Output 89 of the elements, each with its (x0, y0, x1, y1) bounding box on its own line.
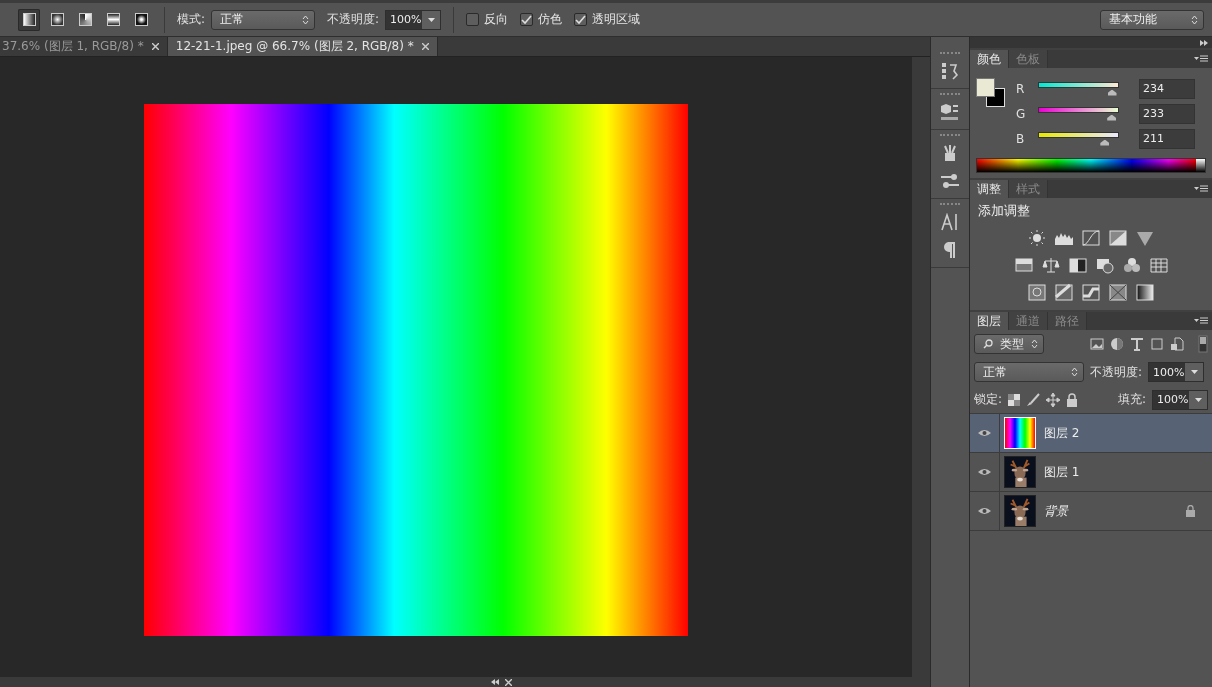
lock-icon[interactable] (1066, 392, 1079, 407)
caret-icon (302, 14, 310, 25)
slider-thumb[interactable] (1107, 114, 1117, 121)
layer-name[interactable]: 背景 (1044, 502, 1185, 520)
hue-saturation-icon[interactable] (1013, 255, 1034, 274)
brush-settings-icon[interactable] (940, 172, 960, 190)
caret-icon (1071, 367, 1078, 377)
expand-icon[interactable] (1200, 39, 1208, 46)
history-icon[interactable] (940, 62, 960, 80)
linear-gradient-icon (22, 13, 36, 26)
shape-filter-icon[interactable] (1150, 337, 1164, 351)
color-spectrum[interactable] (976, 158, 1206, 173)
document-tab[interactable]: 12-21-1.jpeg @ 66.7% (图层 2, RGB/8) * (167, 37, 438, 56)
checkbox-label: 反向 (484, 11, 509, 28)
close-icon[interactable] (421, 43, 429, 50)
radial-gradient-icon (50, 13, 64, 26)
checkbox[interactable] (574, 13, 588, 26)
panel-tab[interactable]: 图层 (970, 312, 1009, 330)
document-tab[interactable]: 37.6% (图层 1, RGB/8) * (0, 37, 168, 56)
filter-toggle-icon[interactable] (1198, 335, 1208, 353)
panel-heading: 添加调整 (977, 202, 1031, 220)
slider-thumb[interactable] (1100, 139, 1110, 146)
panel-tab[interactable]: 颜色 (970, 50, 1009, 68)
selective-color-icon[interactable] (1108, 282, 1128, 301)
lock-transparency-icon[interactable] (1008, 393, 1021, 406)
channel-value-field[interactable]: 211 (1139, 128, 1195, 149)
panel-menu-icon[interactable] (1194, 317, 1208, 325)
channel-label: B (1016, 131, 1026, 146)
close-icon[interactable] (505, 678, 512, 686)
character-icon[interactable] (940, 213, 960, 231)
paragraph-icon[interactable] (943, 241, 957, 259)
caret-icon (1031, 339, 1038, 349)
collapse-icon[interactable] (491, 679, 499, 685)
fill-label: 填充: (1117, 391, 1146, 408)
opacity-label: 不透明度: (327, 11, 380, 28)
smart-object-filter-icon[interactable] (1170, 337, 1184, 351)
lock-label: 锁定: (974, 391, 1003, 408)
layer-row[interactable]: 图层 1 (970, 453, 1212, 492)
eye-icon[interactable] (978, 507, 991, 515)
move-icon[interactable] (1046, 392, 1061, 407)
layer-name[interactable]: 图层 2 (1044, 424, 1212, 442)
angle-gradient-icon (78, 13, 92, 26)
layer-name[interactable]: 图层 1 (1044, 463, 1212, 481)
eye-icon[interactable] (978, 429, 991, 437)
close-icon[interactable] (151, 43, 159, 50)
channel-mixer-icon[interactable] (1121, 255, 1142, 274)
checkbox-label: 仿色 (538, 11, 563, 28)
checkbox[interactable] (466, 13, 480, 26)
threshold-icon[interactable] (1081, 282, 1101, 301)
curves-icon[interactable] (1081, 228, 1101, 247)
workspace-dropdown[interactable]: 基本功能 (1100, 9, 1204, 30)
brush-icon[interactable] (1026, 392, 1041, 407)
channel-label: R (1016, 81, 1026, 96)
layer-thumbnail (1005, 418, 1035, 448)
reflected-gradient-icon (106, 13, 120, 26)
channel-value-field[interactable]: 233 (1139, 103, 1195, 124)
blend-mode-dropdown[interactable]: 正常 (974, 362, 1084, 382)
posterize-icon[interactable] (1054, 282, 1074, 301)
layer-row[interactable]: 背景 (970, 492, 1212, 531)
caret-icon (1191, 14, 1198, 25)
channel-value-field[interactable]: 234 (1139, 78, 1195, 99)
adjustment-filter-icon[interactable] (1110, 337, 1124, 351)
panel-tab[interactable]: 调整 (970, 180, 1009, 198)
eye-icon[interactable] (978, 468, 991, 476)
scroll-bar[interactable] (912, 57, 930, 687)
balance-scale-icon[interactable] (1040, 255, 1061, 274)
properties-icon[interactable] (940, 103, 960, 121)
opacity-label: 不透明度: (1090, 363, 1143, 381)
image-filter-icon[interactable] (1090, 338, 1104, 350)
checkbox-label: 透明区域 (592, 11, 641, 28)
filter-dropdown[interactable]: 类型 (974, 334, 1044, 354)
panel-menu-icon[interactable] (1194, 185, 1208, 193)
mode-label: 模式: (177, 11, 206, 28)
gradient-type-button[interactable] (18, 8, 40, 31)
exposure-icon[interactable] (1108, 228, 1128, 247)
desaturate-icon[interactable] (1067, 255, 1088, 274)
gradient-map-icon[interactable] (1135, 282, 1155, 301)
channel-label: G (1016, 106, 1027, 121)
brightness-icon[interactable] (1027, 228, 1047, 247)
checkbox[interactable] (520, 13, 534, 26)
type-filter-icon[interactable] (1130, 337, 1144, 351)
slider-thumb[interactable] (1107, 89, 1117, 96)
color-lookup-icon[interactable] (1148, 255, 1169, 274)
layer-row[interactable]: 图层 2 (970, 414, 1212, 453)
diamond-gradient-icon (134, 13, 148, 26)
panel-menu-icon[interactable] (1194, 55, 1208, 63)
mode-dropdown[interactable]: 正常 (211, 9, 316, 30)
invert-icon[interactable] (1027, 282, 1047, 301)
search-icon (983, 339, 993, 349)
